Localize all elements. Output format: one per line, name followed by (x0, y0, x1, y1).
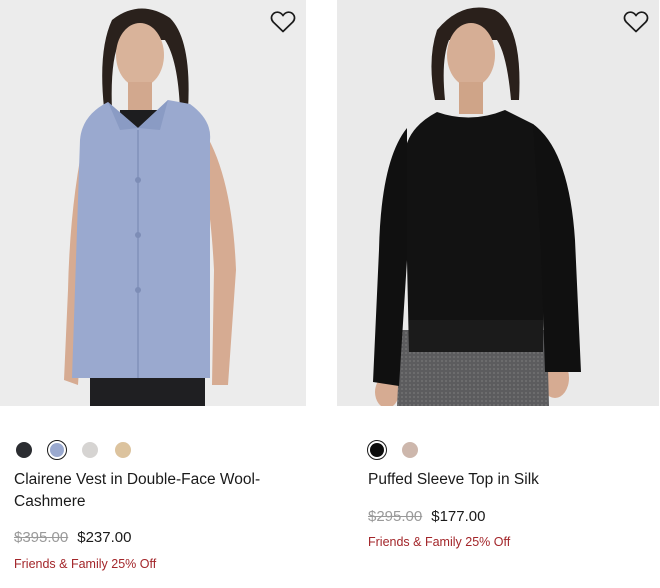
color-swatches (14, 440, 133, 460)
product-image[interactable] (337, 0, 659, 406)
price-row: $395.00 $237.00 (14, 529, 131, 546)
product-name[interactable]: Clairene Vest in Double-Face Wool-Cashme… (14, 469, 304, 513)
product-name[interactable]: Puffed Sleeve Top in Silk (368, 469, 658, 491)
original-price: $295.00 (368, 508, 423, 525)
sale-price: $177.00 (431, 508, 486, 525)
product-photo-top (337, 0, 659, 406)
color-swatches (367, 440, 420, 460)
wishlist-heart-icon[interactable] (623, 10, 649, 34)
wishlist-heart-icon[interactable] (270, 10, 296, 34)
price-row: $295.00 $177.00 (368, 508, 485, 525)
promo-label: Friends & Family 25% Off (14, 557, 157, 571)
swatch-0[interactable] (367, 440, 387, 460)
original-price: $395.00 (14, 529, 69, 546)
sale-price: $237.00 (77, 529, 132, 546)
swatch-3[interactable] (113, 440, 133, 460)
product-image[interactable] (0, 0, 306, 406)
product-photo-vest (0, 0, 306, 406)
product-card-clairene-vest[interactable]: Clairene Vest in Double-Face Wool-Cashme… (0, 0, 308, 571)
swatch-0[interactable] (14, 440, 34, 460)
product-card-puffed-sleeve-top[interactable]: Puffed Sleeve Top in Silk $295.00 $177.0… (337, 0, 659, 549)
promo-label: Friends & Family 25% Off (368, 535, 511, 549)
swatch-2[interactable] (80, 440, 100, 460)
swatch-1[interactable] (400, 440, 420, 460)
swatch-1[interactable] (47, 440, 67, 460)
